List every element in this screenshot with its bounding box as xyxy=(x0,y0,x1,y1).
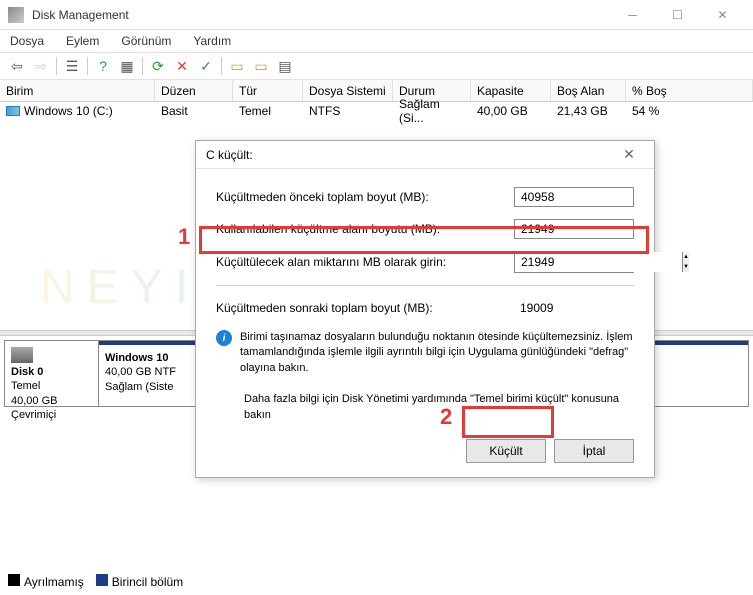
toolbar-check-icon[interactable]: ✓ xyxy=(195,55,217,77)
legend-unallocated: Ayrılmamış xyxy=(24,575,84,589)
minimize-button[interactable]: ─ xyxy=(610,1,655,29)
volume-name: Windows 10 (C:) xyxy=(24,104,113,118)
close-button[interactable]: ✕ xyxy=(700,1,745,29)
menu-action[interactable]: Eylem xyxy=(62,32,103,50)
menu-help[interactable]: Yardım xyxy=(189,32,235,50)
volume-status: Sağlam (Si... xyxy=(393,102,471,120)
annotation-num-2: 2 xyxy=(440,404,452,430)
disk-size: 40,00 GB xyxy=(11,394,92,408)
col-volume[interactable]: Birim xyxy=(0,80,155,101)
label-size-after: Küçültmeden sonraki toplam boyut (MB): xyxy=(216,301,514,315)
menu-view[interactable]: Görünüm xyxy=(117,32,175,50)
spinner-down[interactable]: ▼ xyxy=(683,262,689,272)
shrink-button[interactable]: Küçült xyxy=(466,439,546,463)
toolbar-layers-icon[interactable]: ▤ xyxy=(274,55,296,77)
toolbar-help-icon[interactable]: ? xyxy=(92,55,114,77)
dialog-close-button[interactable]: ✕ xyxy=(614,146,644,163)
col-percentfree[interactable]: % Boş xyxy=(626,80,753,101)
legend-primary-color xyxy=(96,574,108,586)
help-text: Daha fazla bilgi için Disk Yönetimi yard… xyxy=(244,392,634,423)
forward-button[interactable]: ⇨ xyxy=(30,55,52,77)
window-title: Disk Management xyxy=(32,8,610,22)
menu-file[interactable]: Dosya xyxy=(6,32,48,50)
value-size-before: 40958 xyxy=(514,187,634,207)
legend: Ayrılmamış Birincil bölüm xyxy=(8,574,183,589)
col-type[interactable]: Tür xyxy=(233,80,303,101)
toolbar-view-icon[interactable]: ☰ xyxy=(61,55,83,77)
shrink-amount-input[interactable] xyxy=(515,252,682,272)
volume-capacity: 40,00 GB xyxy=(471,102,551,120)
spinner-up[interactable]: ▲ xyxy=(683,252,689,262)
col-freespace[interactable]: Boş Alan xyxy=(551,80,626,101)
annotation-num-1: 1 xyxy=(178,224,190,250)
shrink-dialog: C küçült: ✕ Küçültmeden önceki toplam bo… xyxy=(195,140,655,478)
volume-percentfree: 54 % xyxy=(626,102,753,120)
dialog-title: C küçült: xyxy=(206,148,614,162)
app-icon xyxy=(8,7,24,23)
disk-icon xyxy=(11,347,33,363)
value-available: 21949 xyxy=(514,219,634,239)
disk-name: Disk 0 xyxy=(11,365,92,379)
legend-unallocated-color xyxy=(8,574,20,586)
info-text: Birimi taşınamaz dosyaların bulunduğu no… xyxy=(240,330,634,376)
toolbar-delete-icon[interactable]: ✕ xyxy=(171,55,193,77)
info-icon: i xyxy=(216,330,232,346)
toolbar-doc-icon[interactable]: ▭ xyxy=(226,55,248,77)
volume-table-header: Birim Düzen Tür Dosya Sistemi Durum Kapa… xyxy=(0,80,753,102)
disk-status: Çevrimiçi xyxy=(11,408,92,422)
cancel-button[interactable]: İptal xyxy=(554,439,634,463)
disk-info-panel[interactable]: Disk 0 Temel 40,00 GB Çevrimiçi xyxy=(4,340,99,407)
toolbar-refresh-icon[interactable]: ⟳ xyxy=(147,55,169,77)
disk-type: Temel xyxy=(11,379,92,393)
value-size-after: 19009 xyxy=(514,298,634,318)
toolbar: ⇦ ⇨ ☰ ? ▦ ⟳ ✕ ✓ ▭ ▭ ▤ xyxy=(0,52,753,80)
menubar: Dosya Eylem Görünüm Yardım xyxy=(0,30,753,52)
label-available: Kullanılabilen küçültme alanı boyutu (MB… xyxy=(216,222,514,236)
titlebar: Disk Management ─ ☐ ✕ xyxy=(0,0,753,30)
volume-layout: Basit xyxy=(155,102,233,120)
back-button[interactable]: ⇦ xyxy=(6,55,28,77)
col-capacity[interactable]: Kapasite xyxy=(471,80,551,101)
label-shrink-amount: Küçültülecek alan miktarını MB olarak gi… xyxy=(216,255,514,269)
volume-type: Temel xyxy=(233,102,303,120)
col-layout[interactable]: Düzen xyxy=(155,80,233,101)
shrink-amount-input-wrapper: ▲ ▼ xyxy=(514,251,634,273)
toolbar-list-icon[interactable]: ▦ xyxy=(116,55,138,77)
maximize-button[interactable]: ☐ xyxy=(655,1,700,29)
volume-filesystem: NTFS xyxy=(303,102,393,120)
toolbar-doc2-icon[interactable]: ▭ xyxy=(250,55,272,77)
volume-icon xyxy=(6,106,20,116)
dialog-titlebar[interactable]: C küçült: ✕ xyxy=(196,141,654,169)
volume-freespace: 21,43 GB xyxy=(551,102,626,120)
label-size-before: Küçültmeden önceki toplam boyut (MB): xyxy=(216,190,514,204)
volume-row[interactable]: Windows 10 (C:) Basit Temel NTFS Sağlam … xyxy=(0,102,753,120)
legend-primary: Birincil bölüm xyxy=(112,575,183,589)
col-filesystem[interactable]: Dosya Sistemi xyxy=(303,80,393,101)
